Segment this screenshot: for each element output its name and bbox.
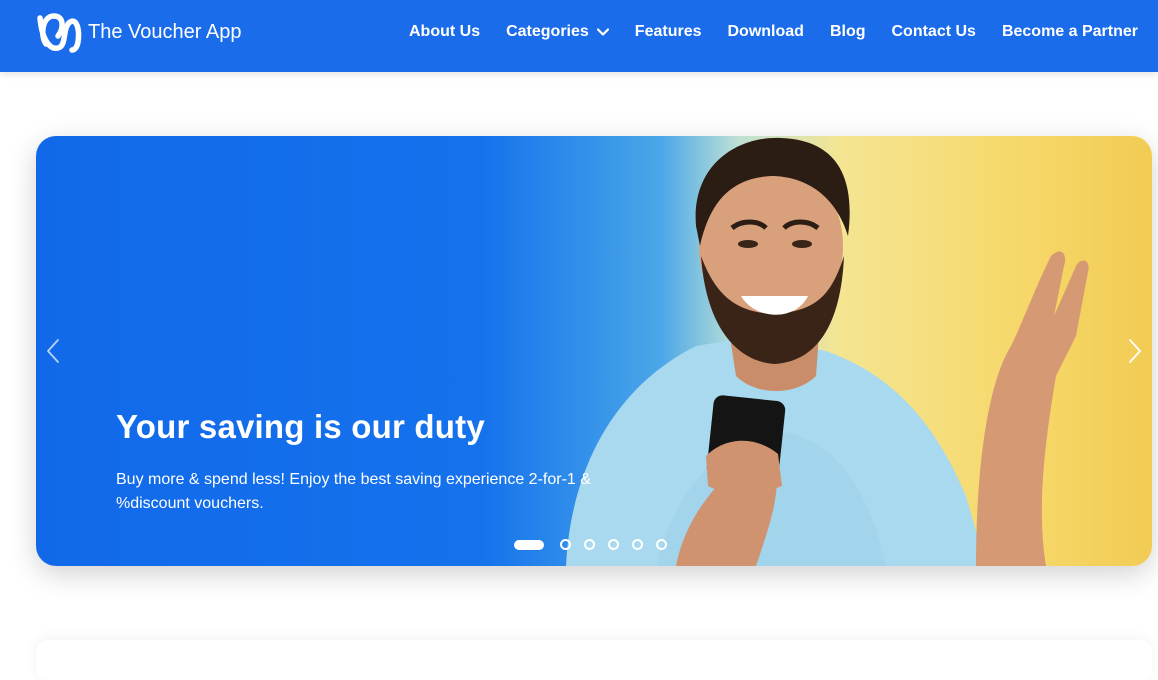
chevron-down-icon [596,28,609,36]
hero-carousel: Your saving is our duty Buy more & spend… [36,136,1152,566]
nav-features-label: Features [634,23,702,40]
hero-title: Your saving is our duty [116,408,485,445]
nav-contact-us-label: Contact Us [891,23,976,40]
nav-blog-label: Blog [829,23,866,40]
nav-become-partner[interactable]: Become a Partner [1002,22,1138,42]
voucher-logo-icon[interactable] [34,10,82,54]
carousel-dot[interactable] [656,539,667,550]
chevron-left-icon[interactable] [44,336,64,366]
carousel-dots [514,539,680,550]
carousel-dot[interactable] [560,539,571,550]
nav-download-label: Download [727,23,804,40]
carousel-dot[interactable] [632,539,643,550]
nav-about-us-label: About Us [408,23,481,40]
nav-download[interactable]: Download [728,22,804,42]
nav-about-us[interactable]: About Us [409,22,480,42]
site-header: The Voucher App About Us Categories Feat… [0,0,1158,72]
carousel-dot[interactable] [584,539,595,550]
nav-become-partner-label: Become a Partner [1001,23,1138,40]
nav-categories-label: Categories [506,23,589,40]
nav-blog[interactable]: Blog [830,22,866,42]
brand-name[interactable]: The Voucher App [88,20,241,44]
next-section-card [36,640,1152,680]
nav-features[interactable]: Features [635,22,702,42]
hero-subtitle: Buy more & spend less! Enjoy the best sa… [116,471,591,512]
nav-contact-us[interactable]: Contact Us [891,22,975,42]
nav-categories[interactable]: Categories [506,22,609,42]
carousel-dot[interactable] [514,539,544,550]
main-nav: About Us Categories Features Download Bl… [383,22,1138,42]
chevron-right-icon[interactable] [1124,336,1144,366]
carousel-dot[interactable] [608,539,619,550]
